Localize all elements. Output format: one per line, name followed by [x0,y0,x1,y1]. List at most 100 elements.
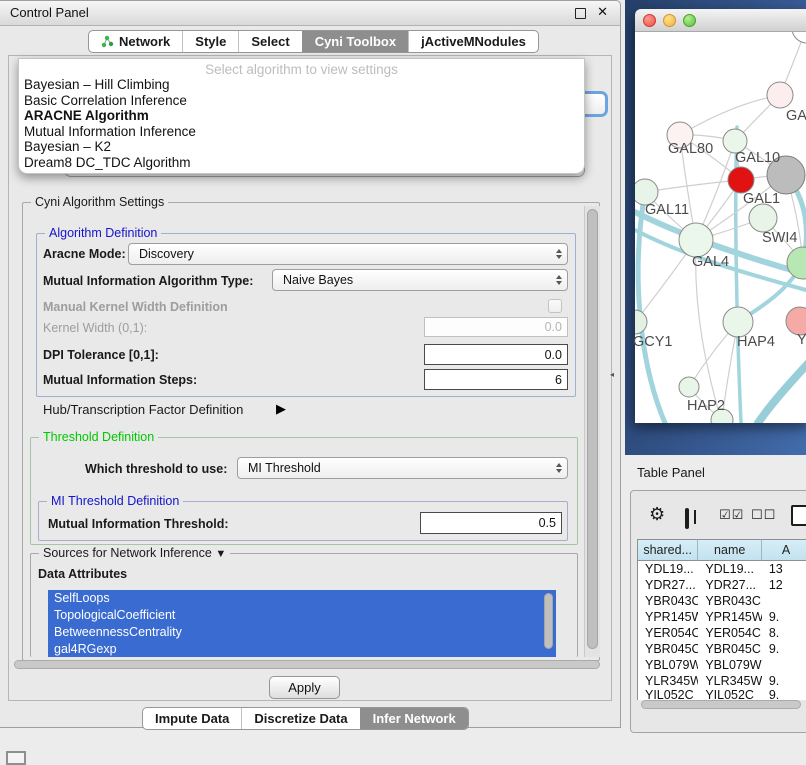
float-window-icon[interactable] [575,8,586,19]
table-row[interactable]: YDR27... YDR27... 12 [638,577,806,593]
node-hap2[interactable] [679,377,699,397]
attribute-item[interactable]: gal4RGexp [48,641,556,657]
node-partial-top[interactable] [792,32,806,43]
table-hscrollbar-thumb[interactable] [641,700,801,709]
node-green-right[interactable] [787,247,806,279]
tab-cyni-toolbox[interactable]: Cyni Toolbox [302,31,408,52]
deselect-all-checkboxes-icon[interactable]: ☐☐ [751,507,776,523]
tab-discretize-data[interactable]: Discretize Data [241,708,359,729]
node-salmon[interactable] [786,307,806,335]
table-row[interactable]: YDL19... YDL19... 13 [638,561,806,577]
stepper-icon [551,249,567,259]
node-gcy1[interactable] [635,310,647,334]
data-attributes-list: SelfLoops TopologicalCoefficient Between… [48,590,556,657]
node-gal1[interactable] [728,167,754,193]
table-row[interactable]: YBR045C YBR045C 9. [638,641,806,657]
column-header-name[interactable]: name [698,539,762,561]
attribute-item[interactable]: BetweennessCentrality [48,624,556,641]
document-icon[interactable] [791,505,806,526]
aracne-mode-label: Aracne Mode: [43,247,126,261]
mi-steps-label: Mutual Information Steps: [43,373,197,387]
node-gal4[interactable] [679,223,713,257]
node-hap4[interactable] [723,307,753,337]
table-row[interactable]: YLR345W YLR345W 9. [638,673,806,689]
stepper-icon [551,463,567,473]
table-row[interactable]: YBL079W YBL079W [638,657,806,673]
columns-icon[interactable] [685,508,689,529]
mi-threshold-label: Mutual Information Threshold: [48,517,229,531]
algorithm-option[interactable]: Dream8 DC_TDC Algorithm [19,155,584,171]
settings-hscrollbar-thumb[interactable] [14,660,600,669]
tab-select[interactable]: Select [238,31,301,52]
kernel-width-value: 0.0 [545,320,562,334]
node-label: GAL1 [743,191,780,207]
control-panel-tabbar: Network Style Select Cyni Toolbox jActiv… [88,30,539,53]
which-threshold-value: MI Threshold [238,461,551,475]
which-threshold-select[interactable]: MI Threshold [237,457,568,479]
mi-algorithm-type-select[interactable]: Naive Bayes [272,269,568,291]
algorithm-option[interactable]: Basic Correlation Inference [19,93,584,109]
dpi-tolerance-field[interactable]: 0.0 [424,344,568,365]
expand-right-icon[interactable]: ▶ [276,401,286,417]
aracne-mode-select[interactable]: Discovery [128,243,568,265]
node-label: SWI4 [762,230,797,246]
network-graph [635,32,806,423]
tab-impute-data[interactable]: Impute Data [143,708,241,729]
gear-icon[interactable]: ⚙ [649,505,665,523]
sources-legend[interactable]: Sources for Network Inference ▼ [39,546,230,560]
cyni-bottom-tabbar: Impute Data Discretize Data Infer Networ… [142,707,469,730]
settings-scrollbar-track[interactable] [584,206,600,657]
table-row[interactable]: YIL052C YIL052C 9. [638,689,806,700]
mi-threshold-definition-legend: MI Threshold Definition [47,494,183,508]
tab-network[interactable]: Network [89,31,182,52]
network-icon [101,35,114,48]
column-header-partial[interactable]: A [762,539,806,561]
node-label: GAL4 [692,254,729,270]
data-attributes-label: Data Attributes [38,567,127,581]
table-row[interactable]: YBR043C YBR043C [638,593,806,609]
minimize-button[interactable] [663,14,676,27]
select-all-checkboxes-icon[interactable]: ☑☑ [719,507,744,523]
algorithm-definition-legend: Algorithm Definition [45,226,161,240]
control-panel-window: Control Panel ✕ Network Style Select Cyn… [0,0,621,728]
close-button[interactable] [643,14,656,27]
algorithm-option[interactable]: Bayesian – Hill Climbing [19,77,584,93]
tab-style[interactable]: Style [182,31,238,52]
table-panel-title: Table Panel [637,465,705,480]
tab-network-label: Network [119,34,170,49]
table-header-row: shared... name A [638,539,806,561]
zoom-button[interactable] [683,14,696,27]
algorithm-option[interactable]: Bayesian – K2 [19,139,584,155]
manual-kernel-width-checkbox[interactable] [548,299,562,313]
threshold-definition-legend: Threshold Definition [39,430,158,444]
attribute-item[interactable]: SelfLoops [48,590,556,607]
aracne-mode-value: Discovery [129,247,551,261]
floating-panel-icon[interactable] [6,751,26,765]
column-header-shared-name[interactable]: shared... [638,539,698,561]
node-swi4[interactable] [749,204,777,232]
settings-scrollbar-thumb[interactable] [587,209,598,649]
attributes-scrollbar-thumb[interactable] [544,593,553,649]
control-panel-title: Control Panel [10,5,89,20]
table-row[interactable]: YPR145W YPR145W 9. [638,609,806,625]
mi-steps-field[interactable]: 6 [424,369,568,390]
hub-definition-label[interactable]: Hub/Transcription Factor Definition [43,402,243,417]
mi-steps-value: 6 [555,373,562,387]
algorithm-option-selected[interactable]: ARACNE Algorithm [19,108,584,124]
node-label: GCY1 [633,334,673,350]
network-window-titlebar [635,9,806,32]
panel-splitter-arrow-icon[interactable]: ◂ [610,370,614,379]
tab-jactivemnodules[interactable]: jActiveMNodules [408,31,538,52]
attribute-item[interactable]: TopologicalCoefficient [48,607,556,624]
apply-button[interactable]: Apply [269,676,340,699]
node-gal-partial[interactable] [767,82,793,108]
table-row[interactable]: YER054C YER054C 8. [638,625,806,641]
kernel-width-field[interactable]: 0.0 [424,317,568,337]
control-panel-titlebar: Control Panel ✕ [0,1,620,26]
dpi-tolerance-value: 0.0 [545,348,562,362]
close-icon[interactable]: ✕ [597,4,608,20]
tab-infer-network[interactable]: Infer Network [360,708,468,729]
mi-threshold-field[interactable]: 0.5 [420,512,562,534]
algorithm-option[interactable]: Mutual Information Inference [19,124,584,140]
network-canvas[interactable] [635,32,806,423]
